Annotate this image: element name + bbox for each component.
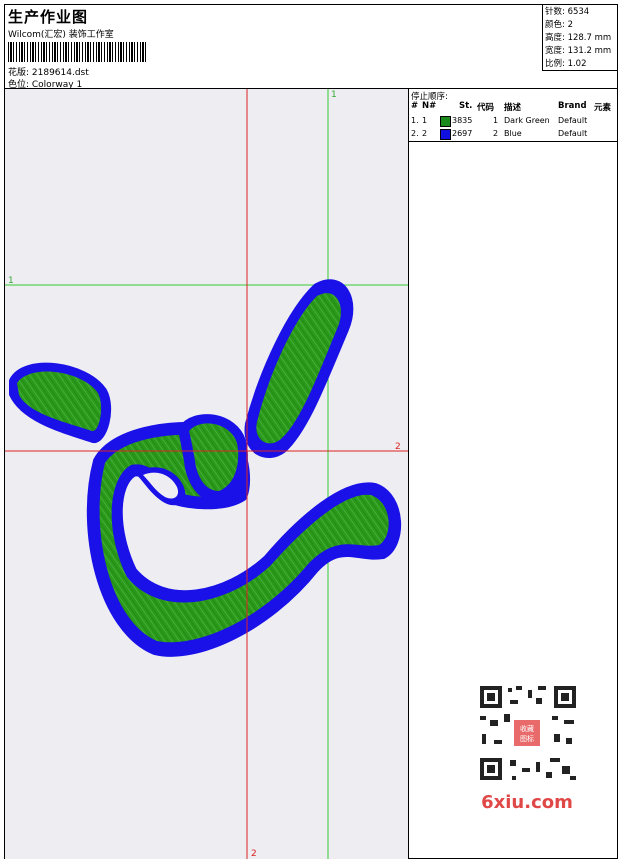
main-swoosh-shape [86, 414, 402, 657]
stitch-count: 针数: 6534 [545, 7, 590, 17]
embroidery-preview: 1 1 2 2 [5, 89, 408, 859]
sheet-title: 生产作业图 [8, 8, 89, 26]
color-count: 颜色: 2 [545, 20, 573, 30]
design-width: 宽度: 131.2 mm [545, 46, 612, 56]
col-brand: Brand [558, 101, 587, 111]
header-panel: 生产作业图 Wilcom(汇宏) 装饰工作室 花版: 2189614.dst 色… [5, 5, 617, 90]
watermark-text: 6xiu.com [481, 792, 573, 813]
stop-row: 1. 1 3835 1 Dark Green Default [409, 116, 617, 128]
row-stitches: 2697 [452, 129, 473, 138]
watermark-qr: 收藏 图标 6xiu.com [470, 680, 585, 815]
design-scale: 比例: 1.02 [545, 59, 587, 69]
col-n: N# [422, 101, 437, 111]
barcode [8, 42, 146, 62]
row-code: 1 [493, 116, 499, 125]
stop-row: 2. 2 2697 2 Blue Default [409, 129, 617, 141]
row-desc: Blue [504, 129, 522, 138]
row-brand: Default [558, 129, 588, 138]
row-brand: Default [558, 116, 588, 125]
color-swatch [440, 116, 451, 127]
row-stitches: 3835 [452, 116, 473, 125]
left-leaf-shape [9, 362, 112, 443]
row-n: 1 [422, 116, 428, 125]
green-vertical-guide-label: 1 [331, 90, 337, 100]
row-desc: Dark Green [504, 116, 550, 125]
stop-sequence-header: # N# St. 代码 描述 Brand 元素 [409, 101, 617, 113]
row-num: 1. [411, 116, 419, 125]
row-num: 2. [411, 129, 419, 138]
stop-sequence-panel: 停止顺序: # N# St. 代码 描述 Brand 元素 1. 1 3835 … [409, 89, 617, 142]
color-swatch [440, 129, 451, 140]
col-desc: 描述 [504, 103, 522, 113]
green-horizontal-guide-label: 1 [8, 276, 14, 286]
col-element: 元素 [594, 103, 612, 113]
row-code: 2 [493, 129, 499, 138]
col-num: # [411, 101, 419, 111]
stats-panel: 针数: 6534 颜色: 2 高度: 128.7 mm 宽度: 131.2 mm… [542, 5, 617, 71]
col-st: St. [459, 101, 473, 111]
red-horizontal-guide-label: 2 [395, 442, 401, 452]
row-n: 2 [422, 129, 428, 138]
col-code: 代码 [477, 103, 495, 113]
red-vertical-guide-label: 2 [251, 849, 257, 859]
svg-text:图标: 图标 [520, 734, 534, 743]
design-height: 高度: 128.7 mm [545, 33, 612, 43]
studio-name: Wilcom(汇宏) 装饰工作室 [8, 30, 114, 40]
svg-text:收藏: 收藏 [520, 724, 534, 733]
upper-stroke-shape [244, 279, 354, 458]
design-canvas[interactable]: 1 1 2 2 [5, 89, 409, 859]
